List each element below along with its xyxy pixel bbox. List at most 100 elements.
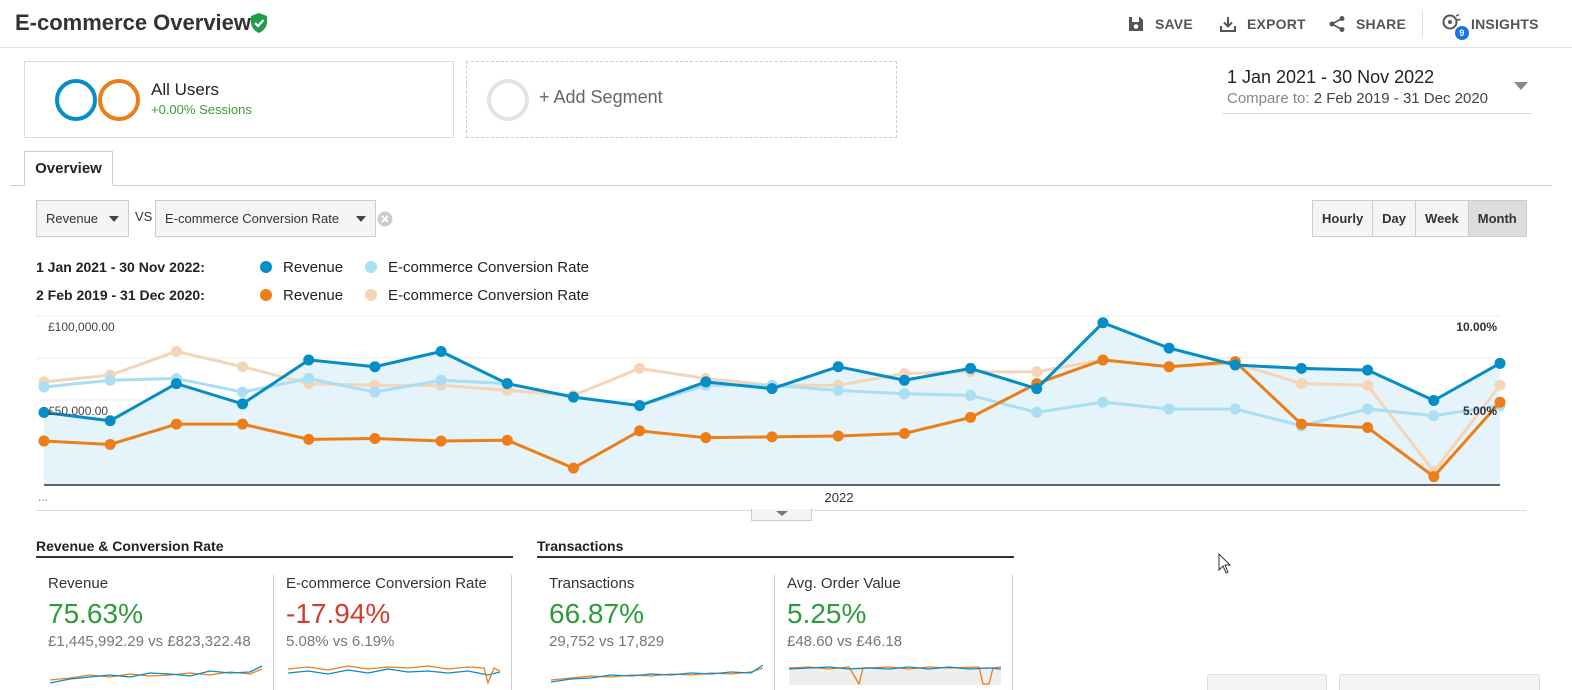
data-point[interactable] [832,361,844,373]
data-point[interactable] [965,411,977,423]
data-point[interactable] [303,354,315,366]
data-point[interactable] [965,362,977,374]
export-button[interactable]: EXPORT [1219,12,1306,36]
data-point[interactable] [1163,403,1175,415]
scorecard-transactions[interactable]: Transactions 66.87% 29,752 vs 17,829 [537,575,775,690]
export-label: EXPORT [1247,16,1306,32]
scorecard-compare: 29,752 vs 17,829 [549,633,665,650]
data-point[interactable] [237,418,249,430]
data-point[interactable] [634,425,646,437]
x-tick-2022: 2022 [825,490,854,505]
chart-collapse-toggle[interactable] [751,509,812,521]
data-point[interactable] [700,376,712,388]
data-point[interactable] [104,438,116,450]
data-point[interactable] [170,418,182,430]
data-point[interactable] [965,389,977,401]
data-point[interactable] [435,345,447,357]
page-title: E-commerce Overview [15,10,252,35]
data-point[interactable] [303,433,315,445]
date-range-picker[interactable]: 1 Jan 2021 - 30 Nov 2022 Compare to: 2 F… [1222,62,1532,114]
legend-item[interactable]: E-commerce Conversion Rate [365,287,589,304]
granularity-day[interactable]: Day [1373,201,1417,236]
scorecard-revenue[interactable]: Revenue 75.63% £1,445,992.29 vs £823,322… [36,575,274,690]
data-point[interactable] [1229,359,1241,371]
data-point[interactable] [435,374,447,386]
data-point[interactable] [1362,403,1374,415]
data-point[interactable] [501,434,513,446]
data-point[interactable] [38,381,50,393]
data-point[interactable] [567,391,579,403]
y-left-tick: £50,000.00 [48,404,108,418]
segment-name: All Users [151,80,220,99]
insights-button[interactable]: 9 INSIGHTS [1441,12,1539,40]
data-point[interactable] [1295,418,1307,430]
data-point[interactable] [237,386,249,398]
data-point[interactable] [1097,396,1109,408]
data-point[interactable] [1031,383,1043,395]
data-point[interactable] [1362,379,1374,391]
granularity-month[interactable]: Month [1468,201,1526,236]
scorecard-conversion-rate[interactable]: E-commerce Conversion Rate -17.94% 5.08%… [274,575,512,690]
data-point[interactable] [303,373,315,385]
data-point[interactable] [1097,317,1109,329]
data-point[interactable] [1295,378,1307,390]
data-point[interactable] [1362,364,1374,376]
legend-item[interactable]: Revenue [260,287,343,304]
data-point[interactable] [832,384,844,396]
data-point[interactable] [1494,379,1506,391]
export-csv-button[interactable] [1207,674,1327,690]
data-point[interactable] [1428,471,1440,483]
primary-metric-select[interactable]: Revenue [36,200,129,237]
share-button[interactable]: SHARE [1328,12,1406,36]
compare-range: 2 Feb 2019 - 31 Dec 2020 [1313,90,1489,107]
data-point[interactable] [1097,354,1109,366]
data-point[interactable] [832,430,844,442]
data-point[interactable] [1494,357,1506,369]
granularity-hourly[interactable]: Hourly [1313,201,1374,236]
data-point[interactable] [237,398,249,410]
secondary-metric-select[interactable]: E-commerce Conversion Rate [155,200,376,237]
data-point[interactable] [1031,366,1043,378]
data-point[interactable] [1163,342,1175,354]
data-point[interactable] [1428,395,1440,406]
data-point[interactable] [237,361,249,373]
data-point[interactable] [766,431,778,443]
empty-segment-circle-icon [487,79,529,121]
data-point[interactable] [634,362,646,374]
remove-metric-icon[interactable] [377,211,393,227]
legend-dot-icon [365,289,378,301]
data-point[interactable] [700,432,712,444]
data-point[interactable] [1163,361,1175,373]
data-point[interactable] [766,383,778,395]
data-point[interactable] [170,345,182,357]
tab-overview[interactable]: Overview [24,151,113,186]
data-point[interactable] [1031,406,1043,418]
scorecard-avg-order-value[interactable]: Avg. Order Value 5.25% £48.60 vs £46.18 [775,575,1013,690]
data-point[interactable] [369,386,381,398]
data-point[interactable] [1362,422,1374,434]
data-point[interactable] [170,378,182,390]
granularity-week[interactable]: Week [1416,201,1469,236]
data-point[interactable] [369,361,381,373]
data-point[interactable] [369,433,381,445]
data-point[interactable] [1295,362,1307,374]
data-point[interactable] [634,400,646,412]
segment-all-users[interactable]: All Users +0.00% Sessions [24,61,454,138]
data-point[interactable] [898,427,910,439]
line-chart[interactable]: £100,000.00 £50,000.00 10.00% 5.00% ... … [0,310,1572,515]
legend-item[interactable]: Revenue [260,259,343,276]
data-point[interactable] [1229,403,1241,415]
data-point[interactable] [898,374,910,386]
data-point[interactable] [567,462,579,474]
add-keyword-button[interactable] [1339,674,1540,690]
add-segment-button[interactable]: + Add Segment [466,61,897,138]
data-point[interactable] [435,435,447,447]
data-point[interactable] [898,388,910,400]
mouse-cursor-icon [1218,553,1232,574]
legend-item[interactable]: E-commerce Conversion Rate [365,259,589,276]
data-point[interactable] [501,378,513,390]
data-point[interactable] [1428,410,1440,422]
save-button[interactable]: SAVE [1127,12,1193,36]
data-point[interactable] [104,374,116,386]
data-point[interactable] [38,435,50,447]
